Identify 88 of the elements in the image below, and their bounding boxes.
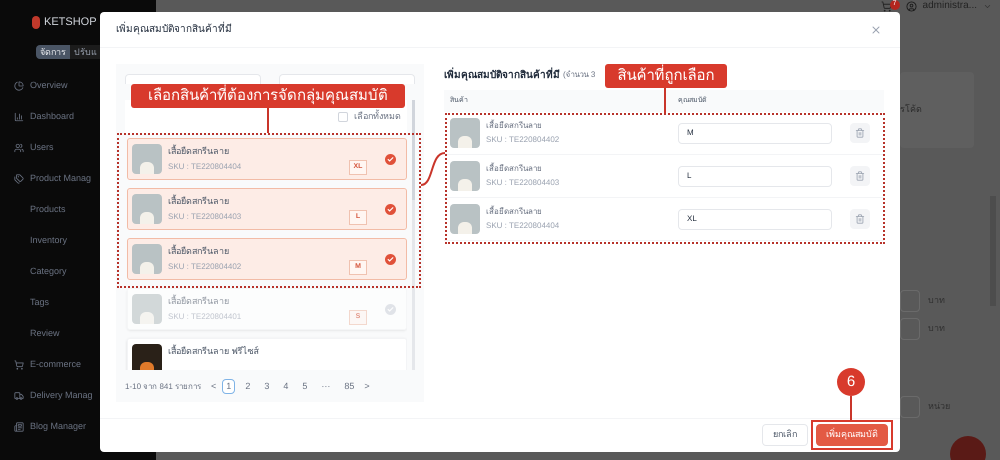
input-field[interactable]: L (678, 166, 832, 186)
product-name: เสื้อยืดสกรีนลาย (486, 163, 543, 175)
product-name: เสื้อยืดสกรีนลาย (168, 145, 230, 158)
sidebar-subitem[interactable]: Products (30, 203, 66, 217)
newspaper-icon (14, 422, 24, 432)
step-number-badge: 6 (837, 368, 865, 396)
product-sku: SKU : TE220804404 (168, 160, 242, 172)
photo-placeholder (132, 144, 162, 174)
check-icon[interactable] (385, 254, 396, 264)
users-icon (14, 143, 24, 153)
page-link[interactable]: 1 (222, 379, 236, 394)
product-sku: SKU : TE220804402 (486, 134, 560, 146)
product-name: เสื้อยืดสกรีนลาย (168, 195, 230, 208)
truck-icon (14, 391, 24, 401)
product-sku: SKU : TE220804404 (486, 220, 560, 232)
callout-label: เลือกสินค้าที่ต้องการจัดกลุ่มคุณสมบัติ (131, 84, 405, 108)
sidebar-item[interactable]: Overview (30, 79, 68, 93)
sidebar-item[interactable]: Delivery Manag (30, 389, 93, 403)
page-link[interactable]: 2 (241, 379, 254, 394)
next-page-link[interactable]: > (364, 380, 370, 394)
sidebar-subitem[interactable]: Tags (30, 296, 50, 310)
delete-button[interactable] (850, 209, 870, 229)
sidebar-item[interactable]: Product Manag (30, 172, 92, 186)
leader-line (850, 396, 852, 420)
input-field[interactable]: M (678, 122, 832, 144)
cancel-button[interactable]: ยกเลิก (762, 424, 808, 446)
sidebar-item[interactable]: Users (30, 141, 54, 155)
prev-page-link[interactable]: < (211, 380, 216, 394)
bar-chart-icon (14, 112, 24, 122)
count-note: (จำนวน 3 (563, 69, 596, 81)
checkbox[interactable] (338, 112, 348, 122)
leader-line (664, 88, 666, 113)
product-name: เสื้อยืดสกรีนลาย (168, 245, 230, 258)
scrollbar-icon (412, 100, 415, 370)
avatar-icon (906, 0, 917, 12)
sidebar-item[interactable]: Blog Manager (30, 420, 86, 434)
search-field[interactable] (279, 74, 415, 84)
sidebar-item[interactable]: Dashboard (30, 110, 74, 124)
input-field[interactable]: XL (678, 208, 832, 230)
page-link[interactable]: 85 (340, 379, 358, 394)
photo-placeholder (132, 194, 162, 224)
photo-placeholder (450, 161, 480, 191)
page-link[interactable]: ··· (317, 379, 334, 394)
sidebar-subitem[interactable]: Category (30, 265, 67, 279)
trash-icon (855, 214, 865, 224)
pagination-summary: 1-10 จาก 841 รายการ (125, 380, 202, 392)
modal-title: เพิ่มคุณสมบัติจากสินค้าที่มี (116, 22, 232, 37)
close-icon[interactable] (870, 24, 882, 36)
callout-label: สินค้าที่ถูกเลือก (605, 64, 727, 88)
product-sku: SKU : TE220804403 (168, 210, 242, 222)
page-link[interactable]: 3 (260, 379, 274, 394)
photo-placeholder (450, 204, 480, 234)
leader-line (267, 108, 269, 133)
product-sku: SKU : TE220804402 (168, 260, 242, 272)
photo-placeholder (132, 294, 162, 324)
product-name: เสื้อยืดสกรีนลาย (486, 206, 543, 218)
sidebar-item[interactable]: E-commerce (30, 358, 82, 372)
mode-tab[interactable]: จัดการ (36, 44, 70, 58)
product-sku: SKU : TE220804401 (168, 310, 242, 322)
delete-button[interactable] (850, 166, 870, 186)
cart-icon[interactable] (880, 0, 892, 12)
product-name: เสื้อยืดสกรีนลาย (168, 295, 230, 308)
photo-placeholder (132, 344, 162, 370)
page-link[interactable]: 5 (298, 379, 312, 394)
cart-icon (14, 360, 24, 370)
leader-line (420, 151, 446, 187)
delete-button[interactable] (850, 123, 870, 143)
page-link[interactable]: 4 (279, 379, 292, 394)
pie-chart-icon (14, 81, 24, 91)
product-name: เสื้อยืดสกรีนลาย (486, 120, 543, 132)
tags-icon (14, 174, 24, 184)
photo-placeholder (132, 244, 162, 274)
trash-icon (855, 128, 865, 138)
check-icon[interactable] (385, 154, 396, 164)
check-icon[interactable] (385, 204, 396, 214)
logo-icon (32, 16, 40, 29)
photo-placeholder (450, 118, 480, 148)
sidebar-subitem[interactable]: Inventory (30, 234, 68, 248)
logo-text: KETSHOP (44, 15, 97, 30)
trash-icon (855, 171, 865, 181)
add-attribute-button[interactable]: เพิ่มคุณสมบัติ (816, 424, 888, 446)
select-all-label: เลือกทั้งหมด (354, 110, 401, 124)
product-name: เสื้อยืดสกรีนลาย ฟรีไซส์ (168, 345, 260, 358)
product-card[interactable]: เสื้อยืดสกรีนลาย ฟรีไซส์ (127, 338, 407, 370)
product-sku: SKU : TE220804403 (486, 177, 560, 189)
section-title: เพิ่มคุณสมบัติจากสินค้าที่มี (444, 68, 560, 82)
sidebar-subitem[interactable]: Review (30, 327, 60, 341)
mode-tab[interactable]: ปรับแ (70, 44, 101, 58)
